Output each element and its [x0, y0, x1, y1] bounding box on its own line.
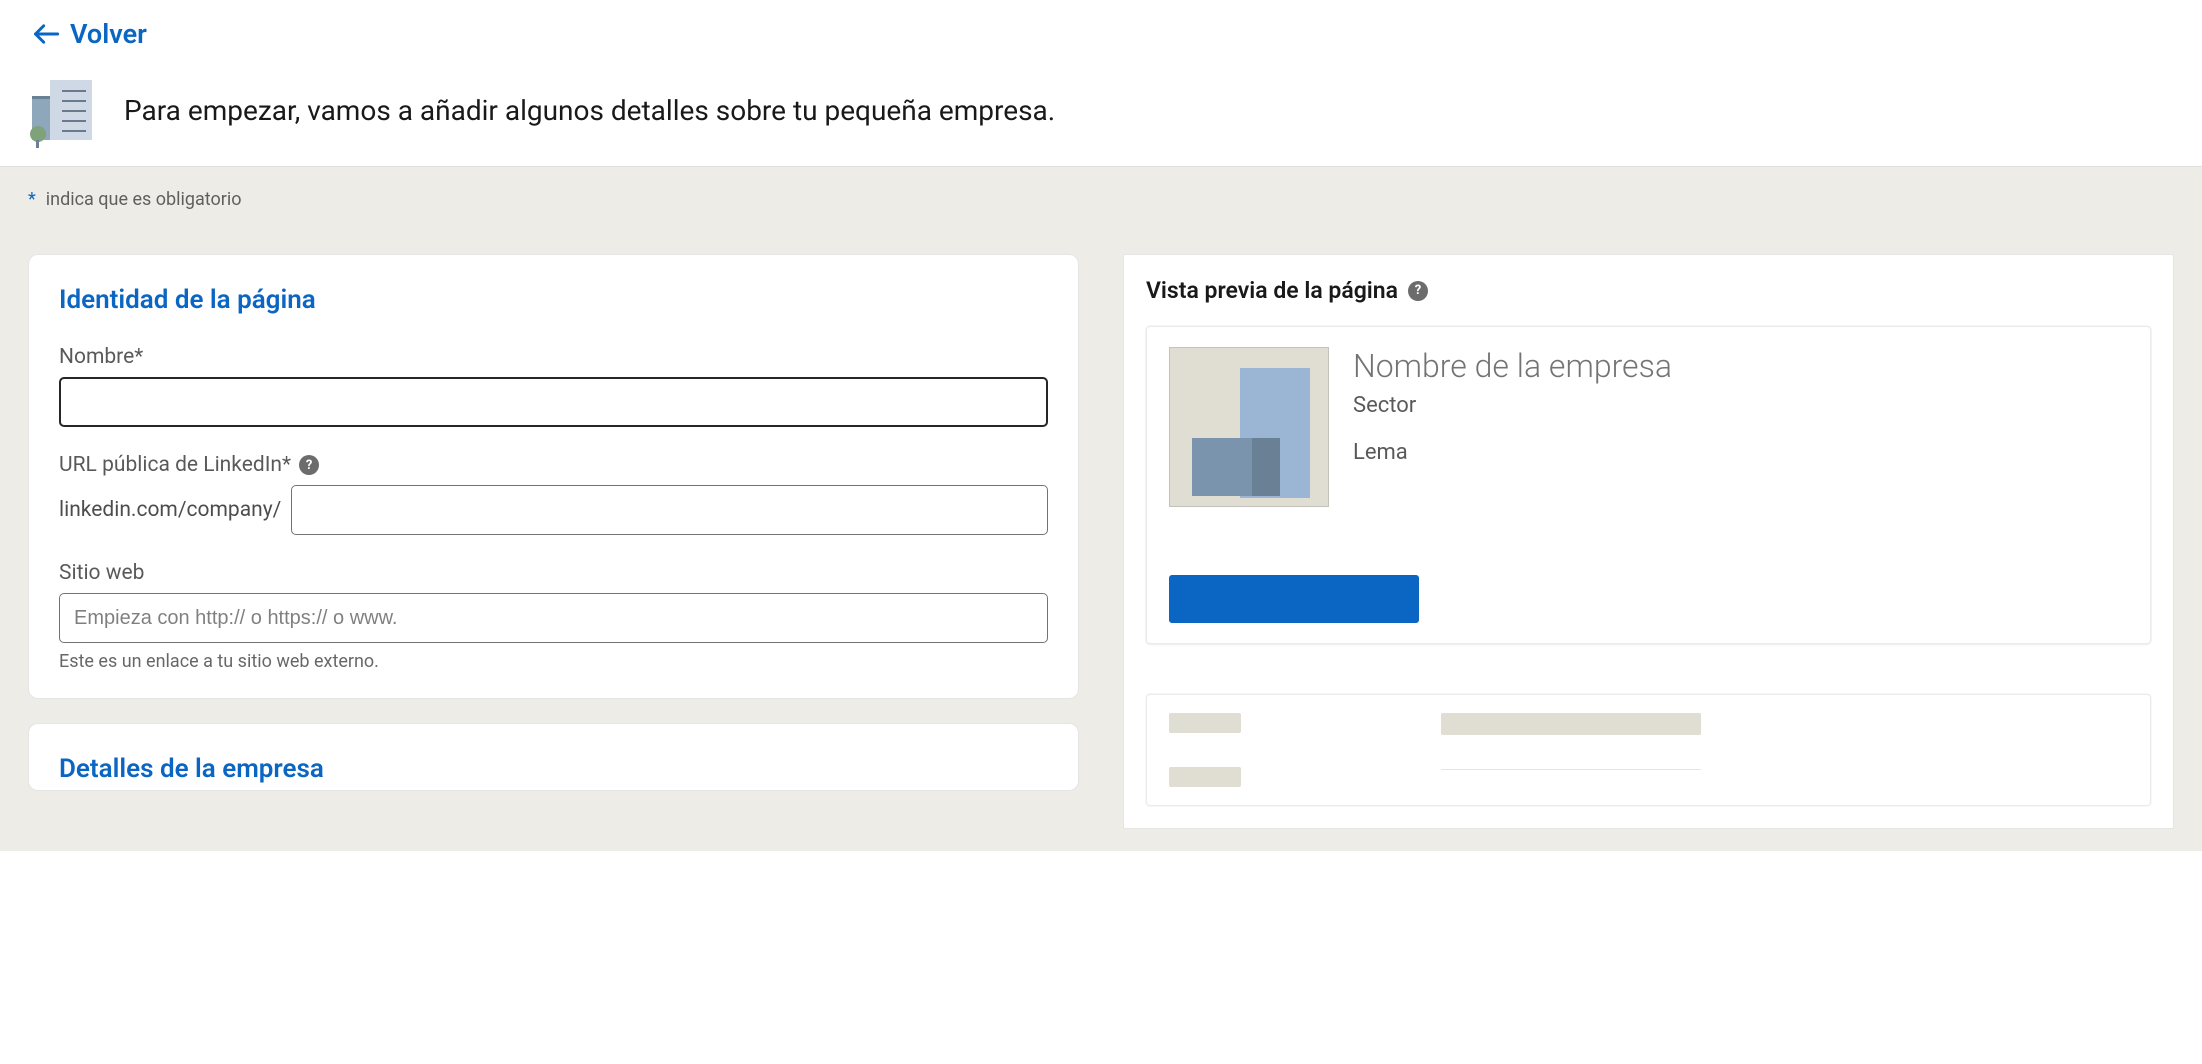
- url-label: URL pública de LinkedIn* ?: [59, 453, 1048, 477]
- name-label: Nombre*: [59, 345, 1048, 369]
- building-icon: [32, 78, 96, 142]
- name-input[interactable]: [59, 377, 1048, 427]
- required-note: *indica que es obligatorio: [28, 189, 2174, 210]
- page-header: Volver Para empezar, vamos a añadir algu…: [0, 0, 2202, 167]
- website-field: Sitio web Este es un enlace a tu sitio w…: [59, 561, 1048, 672]
- name-field: Nombre*: [59, 345, 1048, 427]
- skeleton-divider: [1441, 769, 1701, 770]
- website-help: Este es un enlace a tu sitio web externo…: [59, 651, 1048, 672]
- preview-header: Vista previa de la página ?: [1124, 277, 2173, 326]
- website-input[interactable]: [59, 593, 1048, 643]
- url-prefix: linkedin.com/company/: [59, 498, 281, 522]
- preview-feed-skeleton: [1146, 694, 2151, 806]
- details-card: Detalles de la empresa: [28, 723, 1079, 791]
- website-label: Sitio web: [59, 561, 1048, 585]
- preview-logo-placeholder: [1169, 347, 1329, 507]
- url-field: URL pública de LinkedIn* ? linkedin.com/…: [59, 453, 1048, 535]
- help-icon[interactable]: ?: [1408, 281, 1428, 301]
- preview-company-card: Nombre de la empresa Sector Lema: [1146, 326, 2151, 644]
- identity-card: Identidad de la página Nombre* URL públi…: [28, 254, 1079, 699]
- skeleton-line: [1441, 713, 1701, 735]
- preview-cta-button[interactable]: [1169, 575, 1419, 623]
- skeleton-line: [1169, 713, 1241, 733]
- skeleton-line: [1169, 767, 1241, 787]
- back-label: Volver: [70, 18, 147, 50]
- preview-tagline: Lema: [1353, 440, 2128, 465]
- help-icon[interactable]: ?: [299, 455, 319, 475]
- back-link[interactable]: Volver: [32, 18, 147, 50]
- preview-sector: Sector: [1353, 393, 2128, 418]
- preview-card: Vista previa de la página ? Nombre de la…: [1123, 254, 2174, 829]
- preview-company-name: Nombre de la empresa: [1353, 347, 2128, 385]
- details-title: Detalles de la empresa: [59, 754, 1048, 784]
- url-input[interactable]: [291, 485, 1048, 535]
- identity-title: Identidad de la página: [59, 285, 1048, 315]
- intro-text: Para empezar, vamos a añadir algunos det…: [124, 94, 1055, 127]
- arrow-left-icon: [32, 20, 60, 48]
